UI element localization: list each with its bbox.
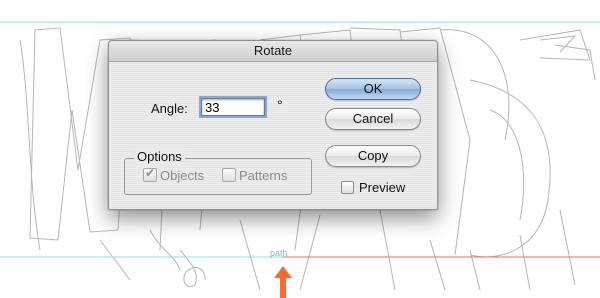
smart-guide-path-label: path	[270, 248, 288, 258]
arrow-up-icon	[274, 266, 292, 298]
degree-symbol: °	[277, 97, 283, 113]
patterns-checkbox[interactable]	[222, 168, 236, 182]
objects-checkbox[interactable]: ✔	[143, 166, 157, 182]
cancel-button[interactable]: Cancel	[325, 108, 421, 130]
objects-label: Objects	[160, 168, 205, 183]
dialog-title: Rotate	[109, 41, 437, 62]
checkmark-icon: ✔	[145, 166, 156, 180]
angle-label: Angle:	[151, 101, 188, 116]
options-legend: Options	[134, 149, 185, 164]
angle-input[interactable]	[199, 96, 267, 118]
patterns-label: Patterns	[239, 168, 288, 183]
preview-label: Preview	[359, 180, 406, 195]
copy-button[interactable]: Copy	[325, 145, 421, 167]
ok-button[interactable]: OK	[325, 78, 421, 100]
preview-checkbox[interactable]	[341, 181, 354, 194]
rotate-dialog: Rotate Angle: ° Options ✔ Objects Patter…	[108, 40, 438, 210]
